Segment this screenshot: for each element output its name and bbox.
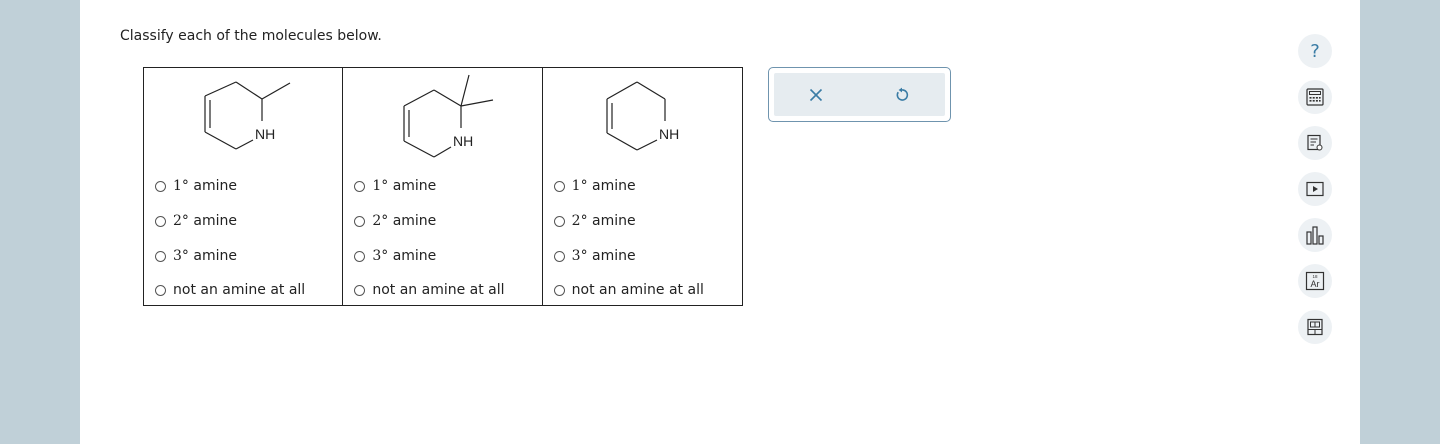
radio-button[interactable]	[553, 250, 565, 262]
answer-action-bar	[774, 73, 945, 116]
radio-button[interactable]	[354, 215, 366, 227]
chart-button[interactable]	[1298, 218, 1332, 252]
periodic-table-icon: 18 Ar	[1305, 271, 1325, 291]
radio-button[interactable]	[553, 215, 565, 227]
nh-label-1: NH	[255, 126, 275, 142]
option-number: 3	[571, 248, 581, 264]
video-icon	[1306, 181, 1324, 197]
help-button[interactable]: ?	[1298, 34, 1332, 68]
option-secondary-2[interactable]: 2 ° amine	[354, 213, 436, 229]
option-secondary-3[interactable]: 2 ° amine	[553, 213, 636, 229]
option-tertiary-3[interactable]: 3 ° amine	[553, 248, 636, 264]
radio-button[interactable]	[155, 180, 166, 192]
calculator-button[interactable]	[1298, 80, 1332, 114]
molecule-structure-2: NH	[343, 68, 543, 168]
option-primary-3[interactable]: 1 ° amine	[553, 178, 636, 194]
option-text: amine	[587, 248, 636, 264]
degree-symbol: °	[381, 248, 389, 264]
option-not-amine-3[interactable]: not an amine at all	[553, 282, 704, 298]
option-primary-2[interactable]: 1 ° amine	[354, 178, 436, 194]
molecule-column-1: NH 1 ° amine 2 ° amine 3 ° amine not an ami…	[144, 68, 344, 305]
radio-button[interactable]	[155, 284, 166, 296]
periodic-table-button[interactable]: 18 Ar	[1298, 264, 1332, 298]
question-prompt: Classify each of the molecules below.	[120, 28, 382, 44]
chart-icon	[1306, 226, 1324, 245]
option-number: 1	[173, 178, 182, 194]
radio-button[interactable]	[155, 250, 166, 262]
option-text: amine	[188, 248, 237, 264]
reference-button[interactable]	[1298, 126, 1332, 160]
degree-symbol: °	[580, 213, 588, 229]
molecule-1-svg: NH	[204, 81, 291, 150]
option-number: 2	[372, 213, 382, 229]
question-panel: Classify each of the molecules below. NH…	[80, 0, 1360, 444]
nh-label-3: NH	[659, 126, 679, 142]
periodic-symbol: Ar	[1311, 279, 1320, 289]
option-text: not an amine at all	[173, 282, 306, 298]
option-not-amine-1[interactable]: not an amine at all	[155, 282, 305, 298]
undo-button[interactable]	[892, 85, 912, 105]
molecule-3-svg: NH	[606, 81, 679, 151]
help-icon: ?	[1310, 40, 1320, 62]
molecule-structure-3: NH	[543, 68, 743, 168]
option-number: 3	[372, 248, 382, 264]
option-not-amine-2[interactable]: not an amine at all	[354, 282, 505, 298]
molecule-column-2: NH 1 ° amine 2 ° amine 3 ° amine not an ami…	[343, 68, 543, 305]
device-button[interactable]	[1298, 310, 1332, 344]
option-text: amine	[188, 178, 237, 194]
option-text: amine	[587, 178, 636, 194]
option-primary-1[interactable]: 1 ° amine	[155, 178, 237, 194]
radio-button[interactable]	[354, 180, 366, 192]
nh-label-2: NH	[453, 133, 473, 149]
option-text: amine	[188, 213, 237, 229]
undo-icon	[896, 87, 909, 101]
option-number: 3	[173, 248, 182, 264]
degree-symbol: °	[580, 178, 588, 194]
option-number: 2	[173, 213, 182, 229]
radio-button[interactable]	[354, 250, 366, 262]
option-secondary-1[interactable]: 2 ° amine	[155, 213, 237, 229]
tool-sidebar: ? 18 Ar	[1298, 34, 1336, 356]
option-number: 2	[571, 213, 581, 229]
radio-button[interactable]	[354, 284, 366, 296]
option-text: not an amine at all	[372, 282, 505, 298]
clear-button[interactable]	[806, 85, 826, 105]
option-text: amine	[388, 178, 437, 194]
option-text: not an amine at all	[571, 282, 704, 298]
molecule-structure-1: NH	[144, 68, 344, 168]
degree-symbol: °	[181, 178, 189, 194]
degree-symbol: °	[381, 178, 389, 194]
radio-button[interactable]	[553, 284, 565, 296]
degree-symbol: °	[381, 213, 389, 229]
close-icon	[809, 88, 823, 102]
option-text: amine	[388, 213, 437, 229]
device-icon	[1307, 318, 1323, 336]
answer-action-box	[768, 67, 951, 122]
option-tertiary-2[interactable]: 3 ° amine	[354, 248, 436, 264]
option-number: 1	[571, 178, 581, 194]
molecule-column-3: NH 1 ° amine 2 ° amine 3 ° amine not an ami…	[543, 68, 742, 305]
option-text: amine	[587, 213, 636, 229]
calculator-icon	[1306, 88, 1324, 106]
degree-symbol: °	[580, 248, 588, 264]
video-button[interactable]	[1298, 172, 1332, 206]
option-number: 1	[372, 178, 382, 194]
option-text: amine	[388, 248, 437, 264]
option-tertiary-1[interactable]: 3 ° amine	[155, 248, 237, 264]
degree-symbol: °	[181, 248, 189, 264]
degree-symbol: °	[181, 213, 189, 229]
radio-button[interactable]	[155, 215, 166, 227]
molecule-grid: NH 1 ° amine 2 ° amine 3 ° amine not an ami…	[143, 67, 743, 306]
molecule-2-svg: NH	[403, 74, 494, 158]
reference-icon	[1307, 134, 1323, 151]
radio-button[interactable]	[553, 180, 565, 192]
